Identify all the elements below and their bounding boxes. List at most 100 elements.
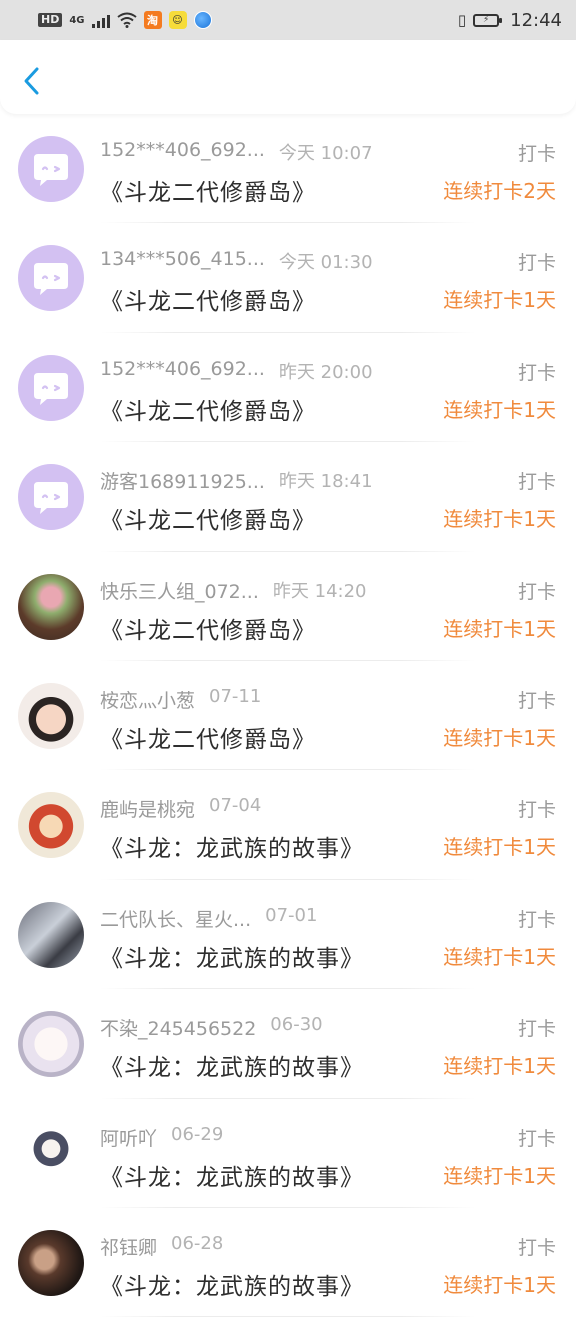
user-name[interactable]: 152***406_692... [100,358,265,384]
book-title: 《斗龙：龙武族的故事》 [100,1273,364,1300]
checkin-time: 昨天 20:00 [278,361,373,383]
checkin-time: 07-11 [209,685,262,707]
avatar[interactable] [18,1120,84,1187]
default-avatar[interactable] [18,464,84,531]
clock: 12:44 [510,9,562,31]
list-item[interactable]: 134***506_415... 今天 01:30 《斗龙二代修爵岛》 打卡 连续打卡1… [0,223,576,333]
user-name[interactable]: 二代队长、星火... [100,905,251,932]
list-item[interactable]: 鹿屿是桃宛 07-04 《斗龙：龙武族的故事》 打卡连续打卡1天 [0,770,576,880]
record-meta: 桉恋灬小葱 07-11 [100,686,261,713]
streak-label: 连续打卡1天 [443,835,556,860]
checkin-type-label: 打卡 [517,908,556,931]
list-item[interactable]: 152***406_692... 昨天 20:00 《斗龙二代修爵岛》 打卡连续打卡1… [0,333,576,443]
list-item[interactable]: 快乐三人组_072... 昨天 14:20 《斗龙二代修爵岛》 打卡连续打卡1天 [0,552,576,661]
default-avatar[interactable] [18,354,84,421]
user-name[interactable]: 134***506_415... [100,248,265,274]
checkin-type-label: 打卡 [517,1018,556,1041]
streak-label: 连续打卡1天 [443,507,556,532]
streak-label: 连续打卡1天 [443,725,556,750]
status-left: HD 4G 淘 ☺ [38,11,212,29]
avatar[interactable] [18,573,84,640]
checkin-type-label: 打卡 [517,1236,556,1259]
list-item[interactable]: 祁钰卿 06-28 《斗龙：龙武族的故事》 打卡连续打卡1天 [0,1208,576,1317]
checkin-type-label: 打卡 [517,471,556,494]
browser-app-icon [193,11,212,29]
chat-bubble-icon [34,482,68,515]
user-name[interactable]: 不染_245456522 [100,1014,256,1041]
list-item[interactable]: 二代队长、星火... 07-01 《斗龙：龙武族的故事》 打卡 连续打卡1天 [0,880,576,990]
list-item[interactable]: 152***406_692... 今天 10:07 《斗龙二代修爵岛》 打卡连续打卡2… [0,114,576,224]
checkin-type-label: 打卡 [517,580,556,603]
emoji-app-icon: ☺ [168,11,187,29]
list-item[interactable]: 不染_245456522 06-30 《斗龙：龙武族的故事》 打卡连续打卡1天 [0,989,576,1099]
status-right: ▯ ⚡ 12:44 [458,10,562,31]
list-item[interactable]: 阿听吖 06-29 《斗龙：龙武族的故事》 打卡 连续打卡1天 [0,1099,576,1208]
record-meta: 祁钰卿 06-28 [100,1233,223,1260]
chat-bubble-icon [34,372,68,405]
list-item[interactable]: 游客168911925... 昨天 18:41 《斗龙二代修爵岛》 打卡连续打卡1天 [0,442,576,552]
book-title: 《斗龙二代修爵岛》 [100,617,316,644]
checkin-type-label: 打卡 [517,689,556,712]
checkin-type-label: 打卡 [517,361,556,384]
hd-indicator: HD [38,13,63,27]
signal-icon [91,13,110,28]
record-meta: 游客168911925... 昨天 18:41 [100,467,373,494]
user-name[interactable]: 鹿屿是桃宛 [100,795,195,822]
default-avatar[interactable] [18,136,84,202]
avatar[interactable] [18,792,84,859]
user-name[interactable]: 游客168911925... [100,467,265,494]
checkin-time: 今天 01:30 [278,252,373,274]
record-meta: 152***406_692... 今天 10:07 [100,139,373,165]
streak-label: 连续打卡1天 [443,288,556,313]
list-item[interactable]: 桉恋灬小葱 07-11 《斗龙二代修爵岛》 打卡连续打卡1天 [0,661,576,771]
default-avatar[interactable] [18,245,84,312]
book-title: 《斗龙：龙武族的故事》 [100,836,364,863]
record-meta: 不染_245456522 06-30 [100,1014,323,1041]
wifi-icon [116,12,137,28]
book-title: 《斗龙：龙武族的故事》 [100,1164,364,1191]
chevron-left-icon[interactable] [20,66,44,96]
checkin-time: 06-30 [270,1014,323,1036]
checkin-type-label: 打卡 [517,143,556,165]
book-title: 《斗龙二代修爵岛》 [100,726,316,753]
checkin-list: 152***406_692... 今天 10:07 《斗龙二代修爵岛》 打卡 连续打卡2… [0,114,576,1317]
book-title: 《斗龙二代修爵岛》 [100,398,316,425]
avatar[interactable] [18,901,84,968]
avatar[interactable] [18,682,84,749]
checkin-time: 昨天 18:41 [278,471,373,493]
record-meta: 鹿屿是桃宛 07-04 [100,795,261,822]
streak-label: 连续打卡1天 [443,944,556,969]
book-title: 《斗龙：龙武族的故事》 [100,945,364,972]
user-name[interactable]: 快乐三人组_072... [100,577,259,604]
checkin-time: 06-28 [171,1232,224,1254]
taobao-app-icon: 淘 [143,11,162,29]
record-meta: 快乐三人组_072... 昨天 14:20 [100,577,367,604]
user-name[interactable]: 152***406_692... [100,139,265,165]
checkin-time: 昨天 14:20 [272,580,367,602]
checkin-type-label: 打卡 [517,799,556,822]
record-meta: 阿听吖 06-29 [100,1124,223,1151]
book-title: 《斗龙：龙武族的故事》 [100,1055,364,1082]
header-bar [0,40,576,114]
book-title: 《斗龙二代修爵岛》 [100,289,316,316]
network-type: 4G [69,14,85,26]
battery-icon: ⚡ [473,13,503,27]
streak-label: 连续打卡1天 [443,1054,556,1079]
avatar[interactable] [18,1229,84,1296]
avatar[interactable] [18,1011,84,1078]
record-meta: 152***406_692... 昨天 20:00 [100,358,373,384]
book-title: 《斗龙二代修爵岛》 [100,180,316,206]
streak-label: 连续打卡1天 [443,1272,556,1297]
user-name[interactable]: 祁钰卿 [100,1233,157,1260]
streak-label: 连续打卡2天 [443,179,556,203]
streak-label: 连续打卡1天 [443,616,556,641]
checkin-time: 今天 10:07 [278,143,373,164]
user-name[interactable]: 阿听吖 [100,1124,157,1151]
checkin-time: 06-29 [171,1123,224,1145]
user-name[interactable]: 桉恋灬小葱 [100,686,195,713]
vibrate-icon: ▯ [457,11,467,29]
streak-label: 连续打卡1天 [443,1163,556,1188]
streak-label: 连续打卡1天 [443,397,556,422]
chat-bubble-icon [34,263,68,296]
book-title: 《斗龙二代修爵岛》 [100,508,316,535]
